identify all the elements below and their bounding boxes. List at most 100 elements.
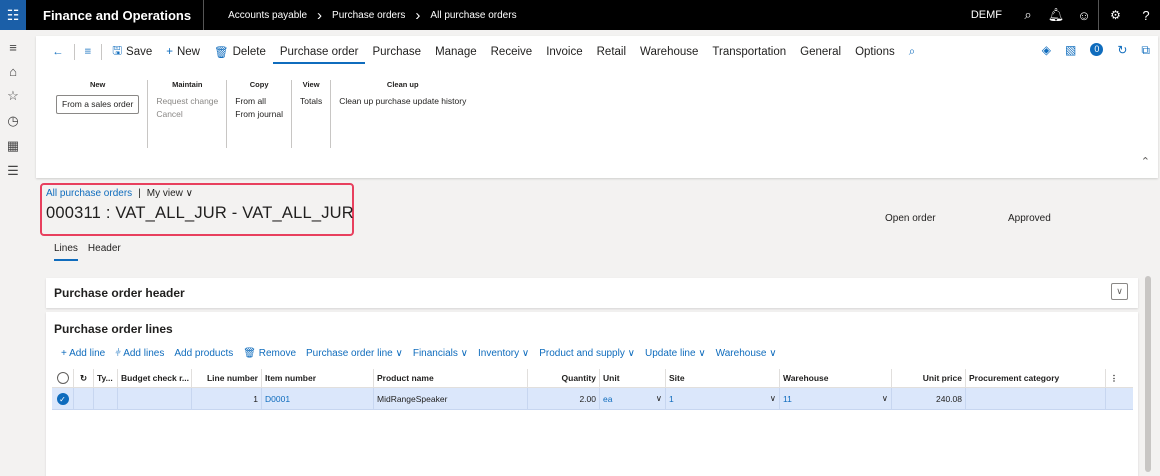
purchase-order-header-section[interactable]: Purchase order header ∨	[46, 278, 1138, 308]
subtabs: Lines Header	[54, 243, 121, 261]
col-procurement-category[interactable]: Procurement category	[966, 369, 1106, 387]
workspaces-icon[interactable]: ▦	[7, 138, 19, 154]
command-bar: ← ≡ 🖫︎ Save + New 🗑︎ Delete Purchase order …	[36, 36, 1158, 68]
cell-item-number[interactable]: D0001	[262, 388, 374, 409]
recent-clock-icon[interactable]: ◷	[7, 113, 18, 129]
inventory-menu[interactable]: Inventory ∨	[473, 348, 534, 359]
power-apps-icon[interactable]: ◈	[1042, 43, 1051, 58]
vertical-scrollbar[interactable]	[1145, 276, 1151, 472]
cleanup-history-button[interactable]: Clean up purchase update history	[339, 95, 466, 108]
help-icon[interactable]: ?	[1132, 8, 1160, 23]
add-lines-button[interactable]: ⫩ Add lines	[110, 348, 169, 359]
cell-warehouse[interactable]: 11 ∨	[780, 388, 892, 409]
save-icon: 🖫︎	[112, 44, 123, 57]
breadcrumb-purchase-orders[interactable]: Purchase orders	[332, 10, 405, 21]
from-sales-order-button[interactable]: From a sales order	[56, 95, 140, 114]
purchase-lines-grid: ↻ Ty... Budget check r... Line number It…	[52, 369, 1133, 410]
col-site[interactable]: Site	[666, 369, 780, 387]
row-checkbox[interactable]: ✓	[52, 388, 74, 409]
home-icon[interactable]: ⌂	[9, 64, 17, 79]
tab-transportation[interactable]: Transportation	[705, 46, 793, 58]
notifications-icon[interactable]: 🔔︎	[1042, 7, 1070, 23]
cell-unit[interactable]: ea ∨	[600, 388, 666, 409]
search-icon[interactable]: ⌕	[902, 46, 922, 59]
tab-header[interactable]: Header	[88, 243, 121, 261]
add-line-button[interactable]: + Add line	[56, 348, 110, 359]
col-quantity[interactable]: Quantity	[528, 369, 600, 387]
tab-purchase-order[interactable]: Purchase order	[272, 46, 366, 64]
open-new-window-icon[interactable]: ⧉	[1141, 43, 1150, 58]
tab-receive[interactable]: Receive	[484, 46, 540, 58]
col-budget-check[interactable]: Budget check r...	[118, 369, 192, 387]
warehouse-menu[interactable]: Warehouse ∨	[711, 348, 782, 359]
chevron-right-icon: ›	[415, 6, 421, 24]
add-products-button[interactable]: Add products	[169, 348, 238, 359]
favorites-star-icon[interactable]: ☆	[7, 88, 19, 104]
hamburger-menu-icon[interactable]: ≡	[9, 40, 17, 55]
expand-chevron-icon[interactable]: ∨	[1111, 283, 1128, 300]
back-arrow-icon[interactable]: ←	[45, 46, 71, 58]
col-unit[interactable]: Unit	[600, 369, 666, 387]
request-change-button[interactable]: Request change	[156, 95, 218, 108]
feedback-smiley-icon[interactable]: ☺	[1070, 8, 1098, 23]
add-lines-label: Add lines	[123, 348, 165, 359]
all-purchase-orders-link[interactable]: All purchase orders	[46, 188, 132, 199]
modules-list-icon[interactable]: ☰	[7, 163, 19, 179]
cell-unit-price[interactable]: 240.08	[892, 388, 966, 409]
col-line-number[interactable]: Line number	[192, 369, 262, 387]
tab-warehouse[interactable]: Warehouse	[633, 46, 705, 58]
col-item-number[interactable]: Item number	[262, 369, 374, 387]
from-all-button[interactable]: From all	[235, 95, 283, 108]
cell-quantity[interactable]: 2.00	[528, 388, 600, 409]
cell-budget-check	[118, 388, 192, 409]
cell-product-name[interactable]: MidRangeSpeaker	[374, 388, 528, 409]
breadcrumb-accounts-payable[interactable]: Accounts payable	[228, 10, 307, 21]
menu-lines-icon[interactable]: ≡	[78, 46, 99, 58]
table-row[interactable]: ✓ 1 D0001 MidRangeSpeaker 2.00 ea ∨ 1 ∨ 11…	[52, 388, 1133, 410]
breadcrumb-all-purchase-orders[interactable]: All purchase orders	[430, 10, 516, 21]
new-button[interactable]: + New	[159, 46, 207, 58]
refresh-icon[interactable]: ↻	[74, 369, 94, 387]
tab-lines[interactable]: Lines	[54, 243, 78, 261]
totals-button[interactable]: Totals	[300, 95, 322, 108]
tab-retail[interactable]: Retail	[590, 46, 633, 58]
tab-purchase[interactable]: Purchase	[365, 46, 428, 58]
chevron-down-icon[interactable]: ∨	[656, 393, 662, 404]
cell-procurement-category[interactable]	[966, 388, 1106, 409]
attachments-badge-icon[interactable]: 0	[1090, 43, 1104, 56]
select-all-checkbox[interactable]	[52, 369, 74, 387]
app-launcher-icon[interactable]: ☷	[0, 0, 26, 30]
product-and-supply-menu[interactable]: Product and supply ∨	[534, 348, 640, 359]
save-label: Save	[126, 46, 153, 58]
chevron-down-icon[interactable]: ∨	[882, 393, 888, 404]
tab-general[interactable]: General	[793, 46, 848, 58]
search-icon[interactable]: ⌕	[1014, 7, 1042, 23]
update-line-menu[interactable]: Update line ∨	[640, 348, 711, 359]
app-name[interactable]: Finance and Operations	[26, 0, 205, 30]
from-journal-button[interactable]: From journal	[235, 108, 283, 121]
ribbon-group-header: New	[89, 80, 106, 89]
cell-site[interactable]: 1 ∨	[666, 388, 780, 409]
col-type[interactable]: Ty...	[94, 369, 118, 387]
refresh-icon[interactable]: ↻	[1117, 43, 1127, 58]
collapse-chevron-icon[interactable]: ⌃	[1141, 155, 1150, 168]
chevron-down-icon[interactable]: ∨	[770, 393, 776, 404]
purchase-order-line-menu[interactable]: Purchase order line ∨	[301, 348, 408, 359]
financials-menu[interactable]: Financials ∨	[408, 348, 473, 359]
col-product-name[interactable]: Product name	[374, 369, 528, 387]
divider	[101, 44, 103, 60]
column-options-icon[interactable]: ⋮	[1106, 369, 1122, 387]
tab-manage[interactable]: Manage	[428, 46, 484, 58]
tab-options[interactable]: Options	[848, 46, 902, 58]
tab-invoice[interactable]: Invoice	[539, 46, 589, 58]
settings-gear-icon[interactable]: ⚙	[1098, 0, 1132, 30]
col-unit-price[interactable]: Unit price	[892, 369, 966, 387]
save-button[interactable]: 🖫︎ Save	[105, 43, 159, 62]
view-selector[interactable]: My view ∨	[147, 188, 193, 199]
company-picker[interactable]: DEMF	[959, 9, 1014, 21]
office-icon[interactable]: ▧	[1065, 43, 1076, 58]
remove-button[interactable]: 🗑︎ Remove	[238, 348, 301, 359]
col-warehouse[interactable]: Warehouse	[780, 369, 892, 387]
delete-button[interactable]: 🗑︎ Delete	[207, 45, 273, 59]
cancel-button[interactable]: Cancel	[156, 108, 218, 121]
